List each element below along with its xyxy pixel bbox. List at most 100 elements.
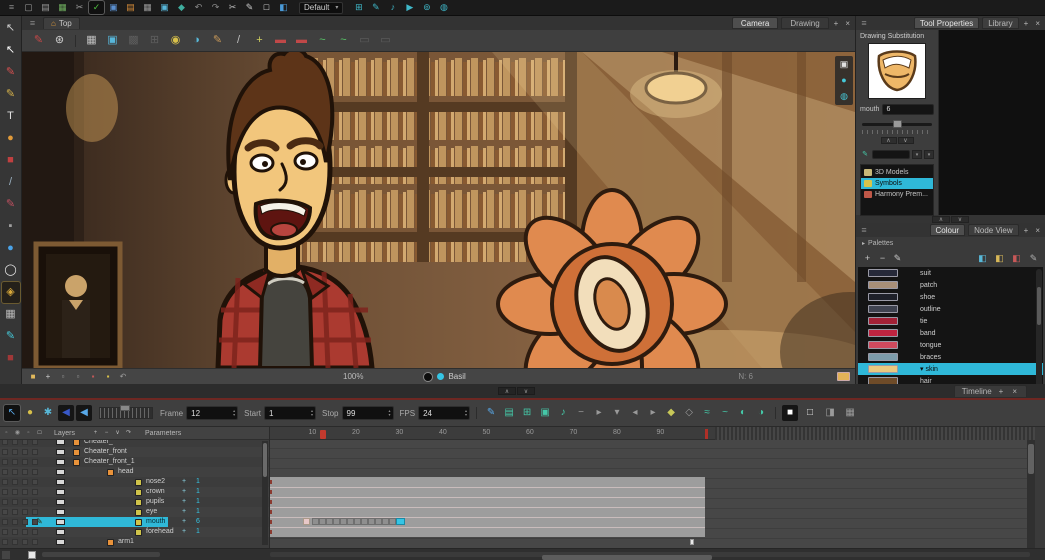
- layer-colour-chip[interactable]: [56, 479, 65, 485]
- render-icon[interactable]: ◧: [276, 1, 291, 14]
- collapse-down-icon[interactable]: ∨: [897, 137, 914, 144]
- layer-colour-chip[interactable]: [56, 529, 65, 535]
- layer-toggle-3[interactable]: [32, 539, 38, 545]
- add-keyframe-icon[interactable]: ◆: [663, 405, 679, 421]
- stroke-tool[interactable]: ✎: [2, 194, 20, 215]
- brush-icon[interactable]: ✎: [1027, 252, 1040, 264]
- grid-tool[interactable]: ▦: [2, 304, 20, 325]
- tab-camera[interactable]: Camera: [731, 17, 779, 29]
- collapse-up-icon[interactable]: ∧: [880, 137, 897, 144]
- layer-toggle-2[interactable]: [22, 509, 28, 515]
- open-scene-icon[interactable]: ▤: [38, 1, 53, 14]
- scene-end-marker[interactable]: [705, 429, 708, 439]
- timeline-corner-button[interactable]: [2, 551, 10, 559]
- timeline-ruler[interactable]: 10 20 30 40 50 60 70 80 90: [270, 427, 1035, 440]
- layer-toggle-0[interactable]: [2, 440, 8, 445]
- close-panel-button[interactable]: ×: [1010, 387, 1019, 396]
- layer-toggle-0[interactable]: [2, 509, 8, 515]
- polyline-tool[interactable]: ✎: [2, 326, 20, 347]
- layer-toggle-1[interactable]: [12, 509, 18, 515]
- paint-bucket-red-icon[interactable]: ◧: [1010, 252, 1023, 264]
- swatch-row-suit[interactable]: suit: [858, 267, 1043, 279]
- bulb-icon[interactable]: ●: [22, 405, 38, 421]
- field-value-input[interactable]: 24: [418, 406, 471, 420]
- close-panel-button[interactable]: ×: [1033, 226, 1042, 235]
- layer-row-arm1[interactable]: arm1: [0, 537, 269, 547]
- tab-drawing[interactable]: Drawing: [781, 17, 829, 29]
- eye-key-mark[interactable]: [690, 539, 694, 545]
- colour-chip[interactable]: [868, 281, 898, 289]
- view-icon-1[interactable]: ▫: [57, 371, 69, 382]
- drawing-substitution-value[interactable]: 1: [196, 488, 200, 495]
- add-layer-icon[interactable]: +: [91, 429, 100, 438]
- marker-icon[interactable]: ✎: [30, 33, 47, 49]
- mouth-key-cell[interactable]: [368, 518, 375, 525]
- mouth-key-cell[interactable]: [347, 518, 354, 525]
- colour-chip[interactable]: [868, 317, 898, 325]
- hand-tool[interactable]: ◯: [2, 260, 20, 281]
- add-icon[interactable]: +: [251, 33, 268, 49]
- layer-toggle-1[interactable]: [12, 529, 18, 535]
- safe-area-icon[interactable]: ▣: [104, 33, 121, 49]
- panel-menu-icon[interactable]: ≡: [859, 17, 869, 30]
- tab-top[interactable]: ⌂ Top: [43, 17, 80, 29]
- view-icon-2[interactable]: ▫: [72, 371, 84, 382]
- transform-tool[interactable]: ↖: [2, 40, 20, 61]
- library-filter-dropdown[interactable]: ▾: [912, 150, 922, 159]
- timeline-zoom-handle[interactable]: [28, 551, 36, 559]
- layer-colour-chip[interactable]: [56, 539, 65, 545]
- swatch-scrollbar[interactable]: [1036, 269, 1042, 395]
- add-parameter-icon[interactable]: +: [182, 478, 186, 485]
- mouth-key-cell[interactable]: [361, 518, 368, 525]
- paint-tool[interactable]: ●: [2, 128, 20, 149]
- layer-colour-chip[interactable]: [56, 440, 65, 445]
- layer-toggle-0[interactable]: [2, 479, 8, 485]
- frames-hscrollbar[interactable]: [270, 552, 1030, 560]
- swatch-row-tongue[interactable]: tongue: [858, 339, 1043, 351]
- layer-row-cheater-[interactable]: Cheater_: [0, 440, 269, 447]
- folder-icon[interactable]: ▤: [123, 1, 138, 14]
- layer-colour-chip[interactable]: [56, 469, 65, 475]
- refresh-icon[interactable]: ↷: [124, 429, 133, 438]
- deform-icon[interactable]: ◍: [436, 1, 451, 14]
- layer-toggle-3[interactable]: [32, 529, 38, 535]
- add-parameter-icon[interactable]: +: [182, 508, 186, 515]
- layers-scrollbar[interactable]: [262, 441, 268, 545]
- layer-row-head[interactable]: head: [0, 467, 269, 477]
- reset-icon[interactable]: ↶: [117, 371, 129, 382]
- cut-icon[interactable]: ✂: [72, 1, 87, 14]
- layer-row-crown[interactable]: crown +1: [0, 487, 269, 497]
- tab-colour[interactable]: Colour: [929, 224, 966, 236]
- mouth-key-cell[interactable]: [340, 518, 347, 525]
- layer-row-cheater-front-1[interactable]: Cheater_front_1: [0, 457, 269, 467]
- select-tool[interactable]: ↖: [2, 18, 20, 39]
- camera-view[interactable]: ▣ ● ◍: [22, 52, 855, 368]
- layer-toggle-2[interactable]: [22, 529, 28, 535]
- add-drawing-layer-icon[interactable]: ▤: [501, 405, 517, 421]
- workspace-dropdown[interactable]: Default ▾: [299, 1, 344, 14]
- layer-toggle-0[interactable]: [2, 519, 8, 525]
- timeline-zoom-slider[interactable]: [99, 405, 153, 419]
- timeline-frames-area[interactable]: 10 20 30 40 50 60 70 80 90: [270, 427, 1035, 548]
- sound-icon[interactable]: ◀: [76, 405, 92, 421]
- swatch-row-skin[interactable]: ▾ skin: [858, 363, 1043, 375]
- edit-colour-icon[interactable]: ✎: [891, 252, 904, 264]
- layer-toggle-2[interactable]: [22, 469, 28, 475]
- drawing-substitution-value[interactable]: 1: [196, 498, 200, 505]
- paint-mode-icon[interactable]: ◑: [188, 33, 205, 49]
- prev-frame-icon[interactable]: ◂: [627, 405, 643, 421]
- mouth-key-cell[interactable]: [312, 518, 319, 525]
- scissors-icon[interactable]: ✂: [225, 1, 240, 14]
- layer-toggle-3[interactable]: [32, 469, 38, 475]
- frame-all-button[interactable]: □: [802, 405, 818, 421]
- panel-icon[interactable]: ▣: [106, 1, 121, 14]
- layer-toggle-2[interactable]: [22, 440, 28, 445]
- menu-icon[interactable]: ≡: [4, 1, 19, 14]
- redo-icon[interactable]: ↷: [208, 1, 223, 14]
- smooth-all-icon[interactable]: ~: [335, 33, 352, 49]
- collapse-all-icon[interactable]: ∨: [113, 429, 122, 438]
- eye-icon[interactable]: ◉: [13, 429, 22, 438]
- tab-node-view[interactable]: Node View: [968, 224, 1019, 236]
- show-selection-icon[interactable]: ▫: [2, 429, 11, 438]
- layer-colour-chip[interactable]: [56, 449, 65, 455]
